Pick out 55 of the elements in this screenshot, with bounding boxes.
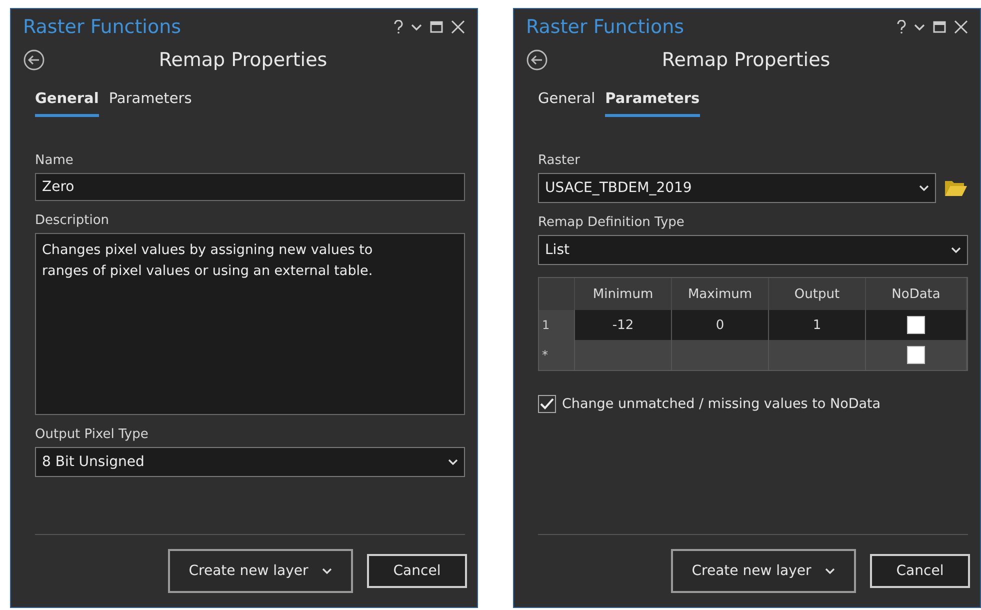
table-cell[interactable]: 1 — [769, 310, 866, 340]
dialog-heading: Remap Properties — [660, 49, 832, 71]
table-cell[interactable] — [672, 340, 769, 370]
chevron-down-icon — [825, 568, 836, 574]
chevron-down-icon — [322, 568, 332, 574]
nodata-checkbox[interactable] — [907, 346, 925, 364]
tab[interactable]: Parameters — [108, 89, 192, 117]
column-header: Minimum — [575, 278, 672, 310]
field-label: Description — [35, 213, 110, 228]
back-icon[interactable] — [23, 49, 45, 71]
description-field[interactable]: Changes pixel values by assigning new values to ranges of pixel values or using an external table. — [35, 233, 465, 415]
window-title: Raster Functions — [526, 16, 684, 38]
close-icon[interactable] — [954, 20, 968, 34]
tab[interactable]: General — [538, 89, 596, 117]
unmatched-checkbox[interactable] — [538, 395, 556, 413]
checkbox-label: Change unmatched / missing values to NoData — [562, 396, 881, 412]
column-header: Output — [769, 278, 866, 310]
help-icon[interactable] — [897, 20, 906, 34]
row-marker: * — [539, 340, 575, 370]
field-label: Output Pixel Type — [35, 427, 150, 442]
tab[interactable]: General — [35, 89, 99, 117]
dialog-heading: Remap Properties — [158, 49, 328, 71]
chevron-down-icon — [919, 184, 929, 192]
nodata-checkbox[interactable] — [907, 316, 925, 334]
chevron-down-icon[interactable] — [914, 24, 925, 30]
window-title: Raster Functions — [23, 16, 182, 38]
field-label: Raster — [538, 153, 581, 168]
chevron-down-icon[interactable] — [411, 24, 422, 30]
help-icon[interactable] — [394, 20, 403, 34]
tab[interactable]: Parameters — [605, 89, 700, 117]
column-header: Maximum — [672, 278, 769, 310]
folder-icon[interactable] — [944, 179, 968, 197]
column-header: NoData — [866, 278, 967, 310]
chevron-down-icon — [448, 458, 458, 466]
cancel-button[interactable]: Cancel — [870, 554, 970, 588]
cancel-button[interactable]: Cancel — [367, 554, 467, 588]
name-field[interactable]: Zero — [35, 173, 465, 201]
table-corner — [539, 278, 575, 310]
maximize-icon[interactable] — [430, 21, 443, 33]
table-cell[interactable] — [769, 340, 866, 370]
chevron-down-icon — [951, 246, 961, 254]
table-cell[interactable] — [575, 340, 672, 370]
table-cell[interactable]: -12 — [575, 310, 672, 340]
pixel-type-dropdown[interactable]: 8 Bit Unsigned — [35, 447, 465, 477]
field-label: Remap Definition Type — [538, 215, 686, 230]
back-icon[interactable] — [526, 49, 548, 71]
maximize-icon[interactable] — [933, 21, 946, 33]
definition-type-dropdown[interactable]: List — [538, 235, 968, 265]
create-layer-button[interactable]: Create new layer — [168, 549, 353, 593]
row-marker: 1 — [539, 310, 575, 340]
close-icon[interactable] — [451, 20, 465, 34]
create-layer-button[interactable]: Create new layer — [671, 549, 856, 593]
field-label: Name — [35, 153, 74, 168]
raster-dropdown[interactable]: USACE_TBDEM_2019 — [538, 173, 936, 203]
table-cell[interactable]: 0 — [672, 310, 769, 340]
